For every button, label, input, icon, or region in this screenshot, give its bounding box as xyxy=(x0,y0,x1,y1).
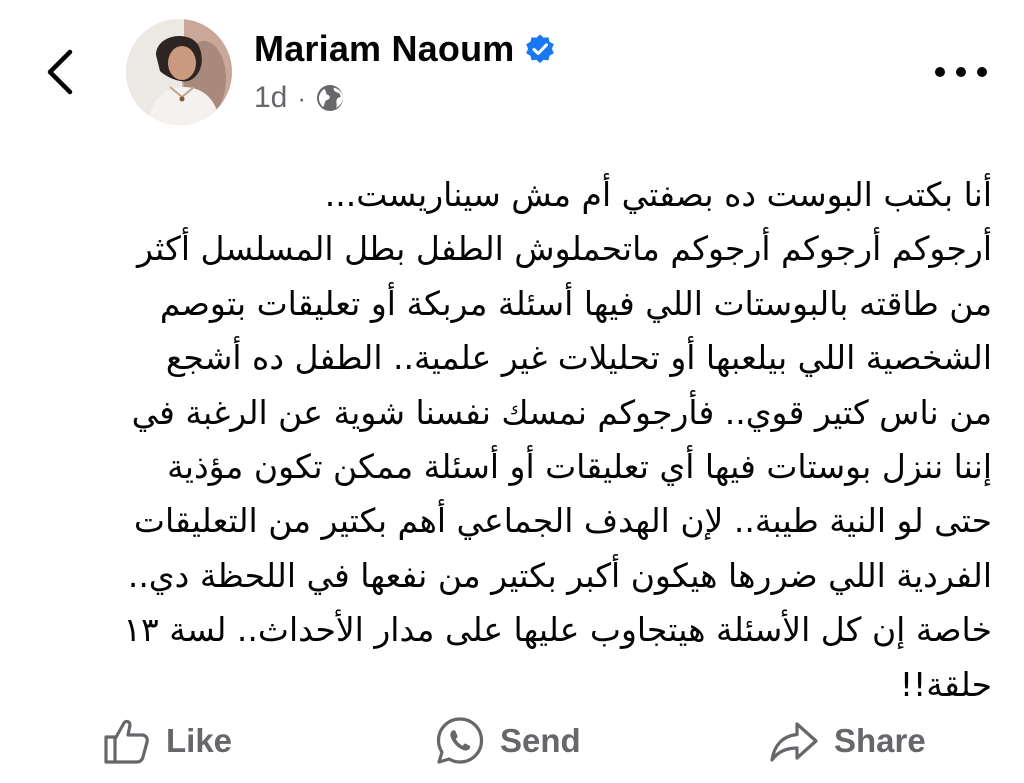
share-label: Share xyxy=(834,722,926,759)
post-text-line: أرجوكم أرجوكم أرجوكم ماتحملوش الطفل بطل … xyxy=(136,229,992,269)
chevron-left-icon xyxy=(47,49,73,95)
author-name-row: Mariam Naoum xyxy=(254,26,556,72)
send-label: Send xyxy=(500,722,581,759)
post-text-line: خاصة إن كل الأسئلة هيتجاوب عليها على مدا… xyxy=(123,610,992,650)
post-text-line: حتى لو النية طيبة.. لإن الهدف الجماعي أه… xyxy=(133,501,992,541)
post-meta: 1d · xyxy=(254,78,345,118)
globe-icon[interactable] xyxy=(315,83,345,113)
send-button[interactable]: Send xyxy=(434,713,581,769)
more-dots-icon xyxy=(935,67,987,77)
more-options-button[interactable] xyxy=(928,52,994,92)
whatsapp-icon xyxy=(436,717,484,764)
post-text-line: إننا ننزل بوستات فيها أي تعليقات أو أسئل… xyxy=(167,447,992,487)
post-text-line: الشخصية اللي بيلعبها أو تحليلات غير علمي… xyxy=(165,338,992,378)
like-label: Like xyxy=(166,722,233,759)
post-header: Mariam Naoum 1d · xyxy=(0,0,1024,140)
post-body: أنا بكتب البوست ده بصفتي أم مش سيناريست.… xyxy=(30,168,992,712)
post-actions-bar: Like Send Share xyxy=(0,705,1024,777)
share-arrow-icon xyxy=(770,722,818,762)
avatar-image xyxy=(126,19,232,125)
post-text-line: الفردية اللي ضررها هيكون أكبر بكتير من ن… xyxy=(127,555,992,595)
post-text-line: من طاقته بالبوستات اللي فيها أسئلة مربكة… xyxy=(159,283,992,323)
like-button[interactable]: Like xyxy=(100,713,232,769)
meta-separator: · xyxy=(297,82,307,113)
share-button[interactable]: Share xyxy=(768,713,926,769)
verified-badge-icon xyxy=(526,34,555,64)
author-name[interactable]: Mariam Naoum xyxy=(254,28,514,70)
avatar[interactable] xyxy=(126,19,232,125)
post-time[interactable]: 1d xyxy=(254,81,287,115)
post-text-line: حلقة!! xyxy=(899,664,992,704)
post-text-line: أنا بكتب البوست ده بصفتي أم مش سيناريست.… xyxy=(324,175,992,214)
post-text-line: من ناس كتير قوي.. فأرجوكم نمسك نفسنا شوي… xyxy=(131,392,992,432)
back-button[interactable] xyxy=(36,40,86,100)
thumbs-up-icon xyxy=(104,719,149,764)
